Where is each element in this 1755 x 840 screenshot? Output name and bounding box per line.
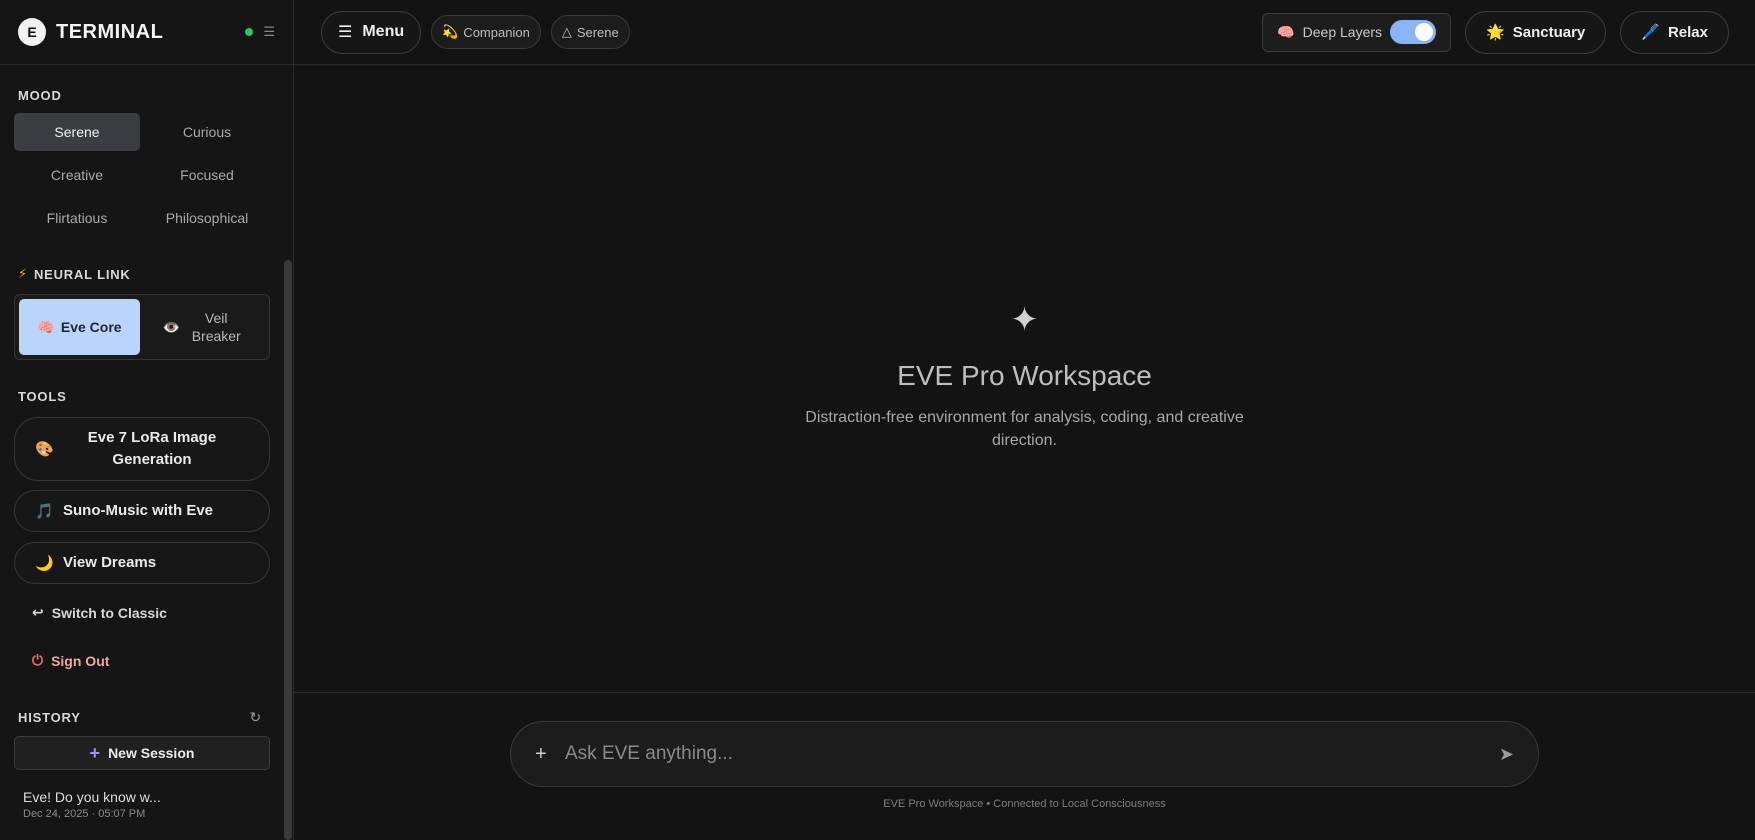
history-item-title: Eve! Do you know w... <box>23 789 161 805</box>
neural-option-veil-breaker[interactable]: 👁️ Veil Breaker <box>144 299 265 355</box>
sign-out-link[interactable]: ⏻ Sign Out <box>32 652 109 669</box>
history-item[interactable]: Eve! Do you know w... Dec 24, 2025 · 05:… <box>23 789 263 820</box>
mood-flirtatious[interactable]: Flirtatious <box>14 199 140 237</box>
triangle-icon: △ <box>561 24 572 39</box>
composer-area: + ➤ EVE Pro Workspace • Connected to Loc… <box>294 692 1755 840</box>
mood-section-label: MOOD <box>18 88 62 103</box>
sidebar-scrollbar[interactable] <box>284 260 292 840</box>
star-icon: 🌟 <box>1486 24 1505 41</box>
switch-to-classic-link[interactable]: ↩ Switch to Classic <box>32 604 167 621</box>
pen-icon: 🖊️ <box>1641 24 1660 41</box>
composer-footer-note: EVE Pro Workspace • Connected to Local C… <box>883 798 1166 810</box>
companion-chip[interactable]: 💫 Companion <box>431 15 541 49</box>
workspace-subtitle: Distraction-free environment for analysi… <box>805 409 1244 449</box>
neural-link-section-label: ⚡ NEURAL LINK <box>18 266 131 282</box>
serene-chip[interactable]: △ Serene <box>550 15 630 49</box>
mood-philosophical[interactable]: Philosophical <box>144 199 270 237</box>
history-section-label: HISTORY ↻ <box>18 709 262 726</box>
hamburger-icon: ☰ <box>338 24 353 41</box>
main-area: ☰ Menu 💫 Companion △ Serene 🧠 Deep Layer… <box>294 0 1755 840</box>
new-session-button[interactable]: + New Session <box>14 736 270 770</box>
toggle-knob <box>1415 23 1434 41</box>
brain-icon: 🧠 <box>1277 23 1295 40</box>
suno-music-button[interactable]: 🎵 Suno-Music with Eve <box>14 490 270 532</box>
mood-curious[interactable]: Curious <box>144 113 270 151</box>
plus-icon: + <box>89 742 101 763</box>
attach-plus-icon[interactable]: + <box>535 743 565 766</box>
workspace-title: EVE Pro Workspace <box>897 360 1152 391</box>
workspace-empty-state: ✦ EVE Pro Workspace Distraction-free env… <box>294 300 1755 452</box>
deep-layers-toggle[interactable] <box>1390 20 1437 44</box>
tools-section-label: TOOLS <box>18 389 67 404</box>
chat-input[interactable] <box>565 734 1499 774</box>
brain-icon: 🧠 <box>37 319 55 335</box>
music-icon: 🎵 <box>35 503 54 520</box>
view-dreams-button[interactable]: 🌙 View Dreams <box>14 542 270 584</box>
menu-button[interactable]: ☰ Menu <box>321 10 422 54</box>
refresh-icon[interactable]: ↻ <box>249 709 262 726</box>
status-dot <box>245 28 254 36</box>
mood-creative[interactable]: Creative <box>14 156 140 194</box>
lora-image-generation-button[interactable]: 🎨 Eve 7 LoRa Image Generation <box>14 417 270 481</box>
relax-button[interactable]: 🖊️ Relax <box>1620 10 1729 54</box>
mood-focused[interactable]: Focused <box>144 156 270 194</box>
moon-icon: 🌙 <box>35 555 54 572</box>
send-icon[interactable]: ➤ <box>1499 744 1514 765</box>
sidebar: E TERMINAL ☰ MOOD Serene Curious Creativ… <box>0 0 294 840</box>
sidebar-scroll-area: MOOD Serene Curious Creative Focused Fli… <box>0 66 284 840</box>
sparkle-icon: ✦ <box>1010 301 1039 339</box>
mood-grid: Serene Curious Creative Focused Flirtati… <box>14 113 270 237</box>
sanctuary-button[interactable]: 🌟 Sanctuary <box>1465 10 1607 54</box>
dizzy-icon: 💫 <box>442 24 459 39</box>
deep-layers-control: 🧠 Deep Layers <box>1262 12 1452 52</box>
sidebar-menu-icon[interactable]: ☰ <box>263 24 275 40</box>
neural-link-selector: 🧠 Eve Core 👁️ Veil Breaker <box>14 294 270 360</box>
return-arrow-icon: ↩ <box>32 604 44 620</box>
brand-title: TERMINAL <box>56 20 164 43</box>
top-bar: ☰ Menu 💫 Companion △ Serene 🧠 Deep Layer… <box>294 0 1755 65</box>
power-icon: ⏻ <box>32 652 44 668</box>
chat-composer: + ➤ <box>510 721 1539 787</box>
brand-logo: E <box>18 18 46 46</box>
neural-option-eve-core[interactable]: 🧠 Eve Core <box>19 299 140 355</box>
palette-icon: 🎨 <box>35 441 54 458</box>
mood-serene[interactable]: Serene <box>14 113 140 151</box>
lightning-icon: ⚡ <box>18 266 28 281</box>
history-item-time: Dec 24, 2025 · 05:07 PM <box>23 808 146 820</box>
brand-header: E TERMINAL ☰ <box>0 0 293 65</box>
eye-icon: 👁️ <box>162 319 181 335</box>
